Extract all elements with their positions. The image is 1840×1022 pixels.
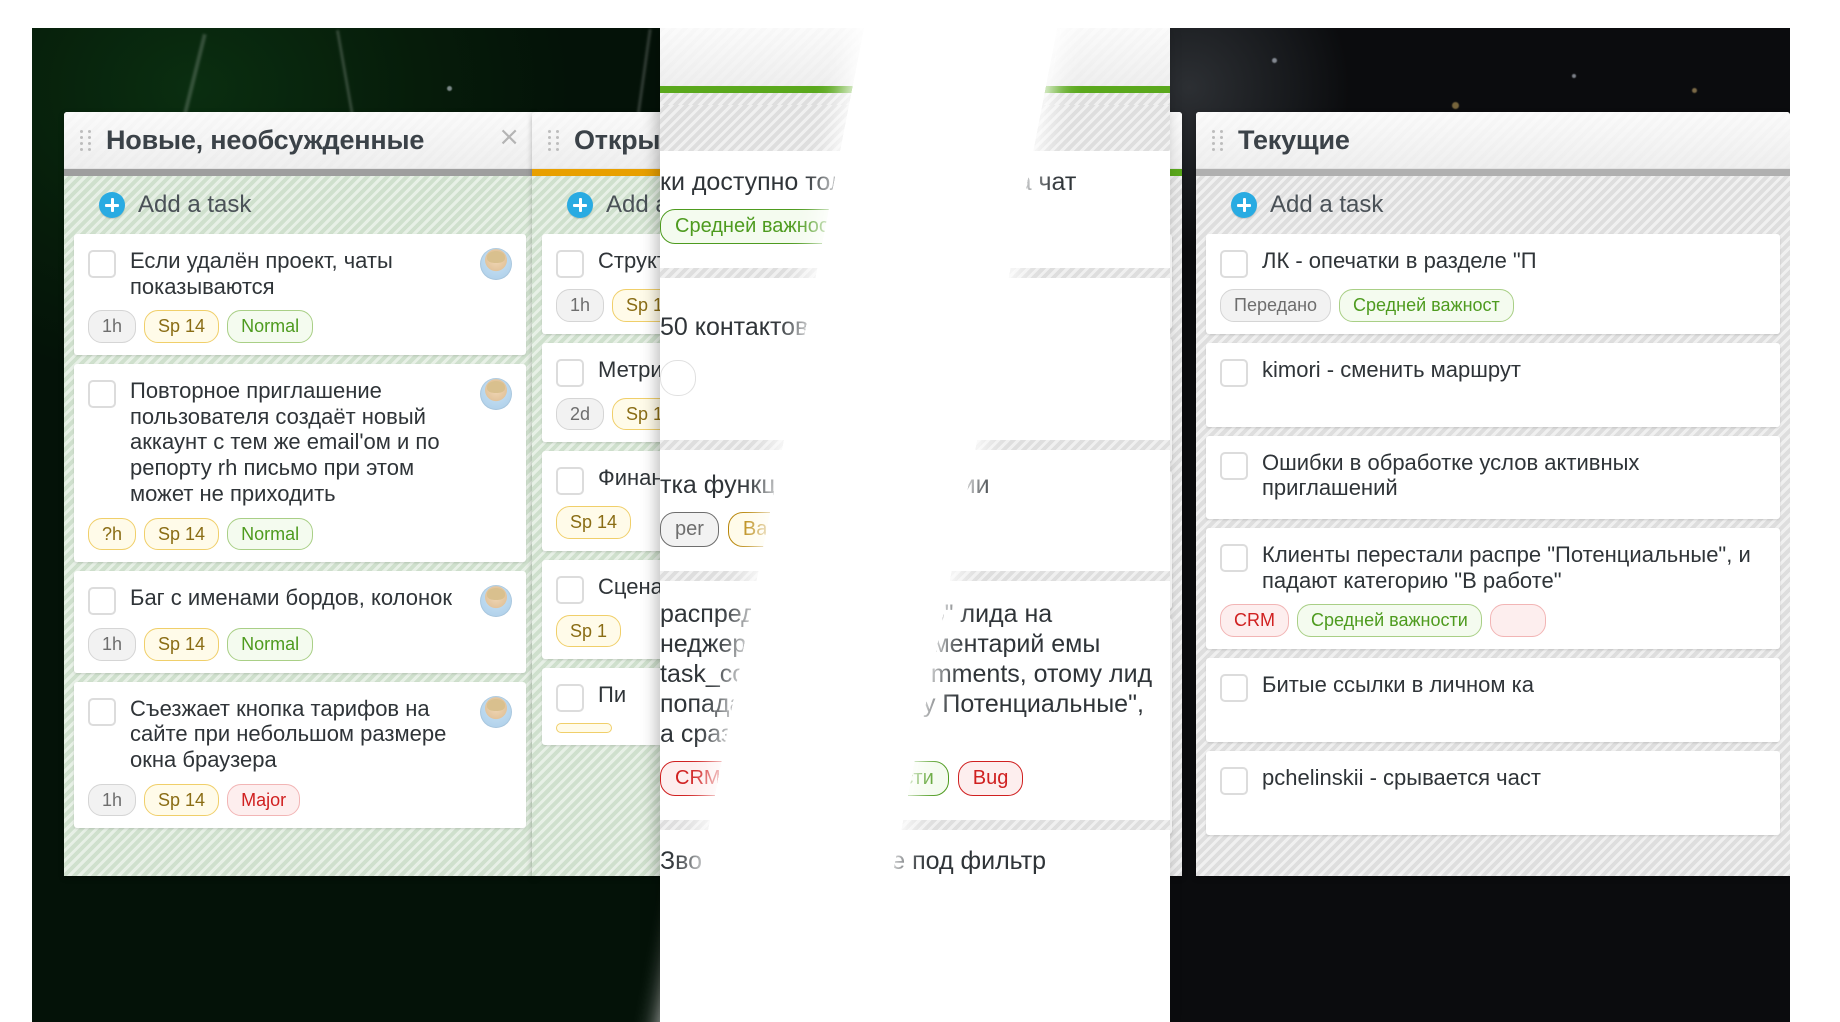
task-card[interactable]: Съезжает кнопка тарифов на сайте при неб…	[74, 681, 526, 829]
plus-icon	[99, 192, 125, 218]
tag-estimate[interactable]: 1h	[556, 289, 605, 322]
tag-estimate[interactable]: 1h	[88, 310, 137, 343]
task-title: Повторное приглашение пользователя созда…	[130, 377, 440, 506]
task-tags: ?h Sp 14 Normal	[88, 517, 512, 551]
tag-priority[interactable]: Normal	[227, 310, 314, 343]
task-card[interactable]: kimori - сменить маршрут	[1206, 342, 1780, 427]
column-body: Add a task Если удалён проект, чаты пока…	[64, 176, 536, 876]
page-margin-right	[1790, 0, 1840, 1022]
page-margin-top	[0, 0, 1840, 28]
task-checkbox[interactable]	[1220, 543, 1248, 572]
add-task-label: Add a task	[1270, 191, 1384, 218]
tag-placeholder[interactable]	[660, 360, 696, 396]
task-card[interactable]: Битые ссылки в личном ка	[1206, 657, 1780, 742]
column-new-undiscussed[interactable]: Новые, необсужденные × Add a task Если у…	[64, 112, 536, 876]
tag-sprint[interactable]: Sp 14	[144, 517, 220, 551]
tag-sprint[interactable]: Sp 14	[556, 506, 632, 539]
avatar[interactable]	[480, 585, 512, 618]
task-checkbox[interactable]	[556, 358, 584, 387]
task-title: Ошибки в обработке услов активных пригла…	[1262, 449, 1640, 501]
avatar[interactable]	[480, 248, 512, 280]
column-header[interactable]: Текущие	[1196, 112, 1790, 169]
task-checkbox[interactable]	[88, 697, 116, 726]
tag-project[interactable]: CRM	[1220, 604, 1289, 637]
tag-priority[interactable]: Средней важност	[1339, 289, 1514, 322]
tag-sprint[interactable]: Sp 14	[144, 628, 220, 661]
task-checkbox[interactable]	[1220, 250, 1248, 278]
column-body: Add a task ЛК - опечатки в разделе "П Пе…	[1196, 176, 1790, 876]
add-task-button[interactable]: Add a task	[1196, 176, 1790, 234]
task-title: Баг с именами бордов, колонок	[130, 585, 452, 611]
tag-estimate[interactable]: 2d	[556, 397, 605, 430]
tag-estimate[interactable]: ?h	[88, 517, 137, 551]
task-checkbox[interactable]	[556, 575, 584, 604]
task-tags: 1h Sp 14 Normal	[88, 628, 512, 661]
task-title: Если удалён проект, чаты показываются	[130, 248, 393, 299]
screenshot-canvas: Новые, необсужденные × Add a task Если у…	[0, 0, 1840, 1022]
close-icon[interactable]: ×	[498, 124, 520, 150]
task-card[interactable]: Повторное приглашение пользователя созда…	[74, 363, 526, 563]
plus-icon	[567, 192, 593, 218]
column-header[interactable]: Новые, необсужденные ×	[64, 112, 536, 169]
tag-sprint[interactable]: Sp 1	[556, 614, 622, 647]
task-checkbox[interactable]	[1220, 451, 1248, 480]
tag-priority[interactable]: Normal	[227, 628, 314, 661]
task-title: Съезжает кнопка тарифов на сайте при неб…	[130, 695, 447, 773]
column-title: Новые, необсужденные	[106, 124, 425, 155]
task-checkbox[interactable]	[88, 587, 116, 616]
task-tags: 1h Sp 14 Major	[88, 783, 512, 817]
tag-sprint[interactable]: Sp 14	[144, 310, 220, 343]
tag-sprint[interactable]	[556, 723, 612, 733]
add-task-button[interactable]: Add a task	[64, 176, 536, 234]
tag-priority[interactable]: Normal	[227, 517, 314, 551]
tag-estimate[interactable]: 1h	[88, 628, 137, 661]
task-card[interactable]: Если удалён проект, чаты показываются 1h…	[74, 234, 526, 355]
column-current[interactable]: Текущие Add a task ЛК - опечатки в разде…	[1196, 112, 1790, 876]
plus-icon	[1231, 192, 1257, 218]
avatar[interactable]	[480, 695, 512, 728]
task-title: ЛК - опечатки в разделе "П	[1262, 248, 1537, 273]
tag-status[interactable]: Передано	[1220, 289, 1332, 322]
task-checkbox[interactable]	[556, 467, 584, 495]
tag-priority[interactable]: Major	[227, 783, 301, 817]
drag-handle-icon[interactable]	[1212, 129, 1226, 151]
tag-estimate[interactable]: per	[660, 512, 719, 547]
task-title: pchelinskii - срывается част	[1262, 764, 1541, 790]
column-title: Текущие	[1238, 124, 1350, 155]
task-tags: 1h Sp 14 Normal	[88, 310, 512, 343]
task-card[interactable]: ЛК - опечатки в разделе "П Передано Сред…	[1206, 234, 1780, 334]
task-title: Клиенты перестали распре "Потенциальные"…	[1262, 541, 1751, 593]
task-checkbox[interactable]	[556, 250, 584, 278]
page-margin-left	[0, 0, 32, 1022]
task-checkbox[interactable]	[556, 684, 584, 712]
task-card[interactable]: Клиенты перестали распре "Потенциальные"…	[1206, 527, 1780, 649]
drag-handle-icon[interactable]	[548, 129, 562, 151]
task-title: Битые ссылки в личном ка	[1262, 671, 1534, 697]
task-card[interactable]: pchelinskii - срывается част	[1206, 750, 1780, 835]
task-checkbox[interactable]	[1220, 358, 1248, 387]
drag-handle-icon[interactable]	[80, 129, 94, 151]
tag-estimate[interactable]: 1h	[88, 783, 137, 817]
tag-priority[interactable]: Средней важности	[1297, 604, 1482, 637]
task-checkbox[interactable]	[88, 379, 116, 408]
task-title: kimori - сменить маршрут	[1262, 356, 1521, 382]
tag-type[interactable]	[1489, 604, 1546, 637]
add-task-label: Add a task	[138, 191, 252, 218]
column-accent-bar	[64, 169, 536, 176]
task-tags: Передано Средней важност	[1220, 289, 1766, 322]
column-accent-bar	[1196, 169, 1790, 176]
tag-type[interactable]: Bug	[957, 761, 1024, 796]
tag-sprint[interactable]: Sp 14	[144, 783, 220, 817]
task-checkbox[interactable]	[1220, 673, 1248, 702]
task-card[interactable]: Баг с именами бордов, колонок 1h Sp 14 N…	[74, 571, 526, 673]
task-checkbox[interactable]	[1220, 766, 1248, 795]
task-tags: CRM Средней важности	[1220, 604, 1766, 637]
task-card[interactable]: Ошибки в обработке услов активных пригла…	[1206, 435, 1780, 519]
task-checkbox[interactable]	[88, 250, 116, 278]
avatar[interactable]	[480, 377, 512, 410]
